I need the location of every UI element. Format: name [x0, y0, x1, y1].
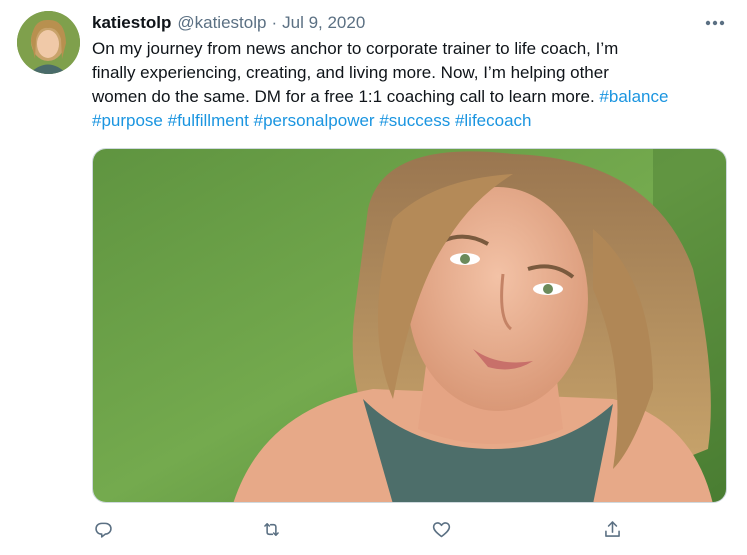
tweet-text-line: On my journey from news anchor to corpor…: [92, 39, 619, 58]
user-handle[interactable]: @katiestolp: [177, 11, 266, 35]
hashtag-link[interactable]: #lifecoach: [455, 111, 532, 130]
more-options-button[interactable]: [700, 12, 730, 34]
separator-dot: ·: [271, 13, 278, 32]
retweet-button[interactable]: [258, 516, 284, 542]
like-button[interactable]: [428, 516, 454, 542]
hashtag-link[interactable]: #personalpower: [254, 111, 375, 130]
tweet-text: On my journey from news anchor to corpor…: [92, 37, 732, 133]
retweet-icon: [263, 522, 279, 536]
tweet: katiestolp @katiestolp · Jul 9, 2020 On …: [0, 0, 747, 555]
tweet-header: katiestolp @katiestolp · Jul 9, 2020: [92, 11, 365, 35]
tweet-text-line: #purpose #fulfillment #personalpower #su…: [92, 109, 732, 133]
hashtag-link[interactable]: #success: [379, 111, 450, 130]
portrait-photo: [93, 149, 726, 502]
more-horizontal-icon: [705, 20, 725, 26]
tweet-actions: [92, 516, 732, 542]
share-icon: [604, 520, 620, 537]
tweet-text-line: finally experiencing, creating, and livi…: [92, 63, 609, 82]
hashtag-link[interactable]: #purpose: [92, 111, 163, 130]
tweet-text-line: women do the same. DM for a free 1:1 coa…: [92, 85, 732, 109]
share-button[interactable]: [599, 516, 625, 542]
reply-button[interactable]: [90, 516, 116, 542]
display-name[interactable]: katiestolp: [92, 11, 171, 35]
hashtag-link[interactable]: #fulfillment: [168, 111, 249, 130]
reply-icon: [94, 522, 112, 538]
tweet-media-photo[interactable]: [92, 148, 727, 503]
avatar-photo: [17, 11, 80, 74]
avatar[interactable]: [17, 11, 80, 74]
tweet-text-segment: women do the same. DM for a free 1:1 coa…: [92, 87, 600, 106]
hashtag-link[interactable]: #balance: [599, 87, 668, 106]
tweet-date[interactable]: Jul 9, 2020: [282, 11, 365, 35]
heart-icon: [432, 521, 450, 537]
